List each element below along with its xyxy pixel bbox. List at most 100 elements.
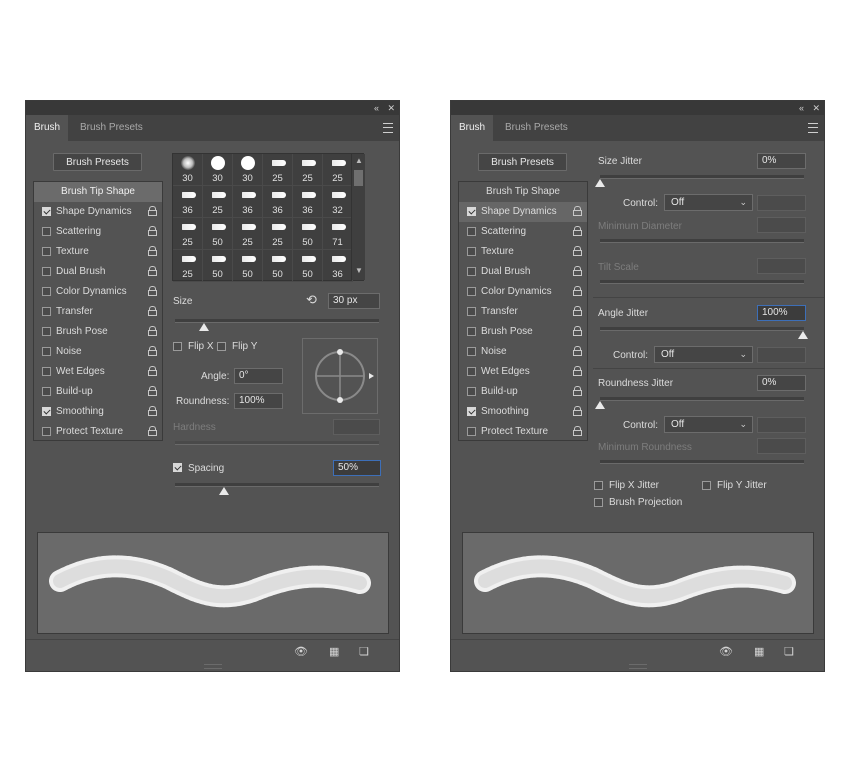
panel-menu-icon[interactable] xyxy=(808,123,818,133)
option-checkbox[interactable] xyxy=(42,347,51,356)
lock-icon[interactable] xyxy=(148,246,157,256)
list-item-color-dynamics[interactable]: Color Dynamics xyxy=(34,282,162,302)
roundness-jitter-slider-thumb[interactable] xyxy=(595,401,605,409)
spacing-checkbox[interactable] xyxy=(173,463,182,472)
size-jitter-slider-track[interactable] xyxy=(600,175,804,179)
list-item-brush-pose[interactable]: Brush Pose xyxy=(34,322,162,342)
tab-brush[interactable]: Brush xyxy=(26,115,69,141)
brush-tip-preset[interactable]: 25 xyxy=(263,218,293,250)
angle-roundness-widget[interactable] xyxy=(302,338,378,414)
option-checkbox[interactable] xyxy=(467,427,476,436)
list-item-transfer[interactable]: Transfer xyxy=(459,302,587,322)
option-checkbox[interactable] xyxy=(467,247,476,256)
lock-icon[interactable] xyxy=(148,426,157,436)
size-jitter-slider-thumb[interactable] xyxy=(595,179,605,187)
tab-brush-presets[interactable]: Brush Presets xyxy=(497,115,576,141)
list-item-noise[interactable]: Noise xyxy=(459,342,587,362)
size-slider-thumb[interactable] xyxy=(198,323,209,331)
tab-brush[interactable]: Brush xyxy=(451,115,494,141)
lock-icon[interactable] xyxy=(148,226,157,236)
list-item-protect-texture[interactable]: Protect Texture xyxy=(459,422,587,442)
collapse-icon[interactable]: « xyxy=(799,102,804,114)
lock-icon[interactable] xyxy=(573,386,582,396)
brush-tip-preset[interactable]: 25 xyxy=(293,154,323,186)
option-checkbox[interactable] xyxy=(42,247,51,256)
list-item-dual-brush[interactable]: Dual Brush xyxy=(34,262,162,282)
size-field[interactable]: 30 px xyxy=(328,293,380,309)
brush-tip-preset[interactable]: 30 xyxy=(173,154,203,186)
angle-jitter-slider-track[interactable] xyxy=(600,327,804,331)
brush-tip-preset[interactable]: 50 xyxy=(293,250,323,282)
list-item-brush-tip-shape[interactable]: Brush Tip Shape xyxy=(459,182,587,202)
list-item-wet-edges[interactable]: Wet Edges xyxy=(34,362,162,382)
angle-jitter-slider-thumb[interactable] xyxy=(798,331,808,339)
list-item-texture[interactable]: Texture xyxy=(34,242,162,262)
brush-tip-preset[interactable]: 71 xyxy=(323,218,353,250)
list-item-transfer[interactable]: Transfer xyxy=(34,302,162,322)
list-item-shape-dynamics[interactable]: Shape Dynamics xyxy=(34,202,162,222)
resize-grip[interactable] xyxy=(204,664,222,669)
list-item-brush-tip-shape[interactable]: Brush Tip Shape xyxy=(34,182,162,202)
brush-tip-grid[interactable]: 30 30 30 25 25 25 36 25 36 36 36 32 25 50 25 25 50 71 25 50… xyxy=(172,153,365,282)
brush-tip-preset[interactable]: 30 xyxy=(203,154,233,186)
angle-control-select[interactable]: Off ⌄ xyxy=(654,346,753,363)
lock-icon[interactable] xyxy=(573,286,582,296)
lock-icon[interactable] xyxy=(148,326,157,336)
option-checkbox[interactable] xyxy=(42,427,51,436)
option-checkbox[interactable] xyxy=(467,287,476,296)
list-item-noise[interactable]: Noise xyxy=(34,342,162,362)
option-checkbox[interactable] xyxy=(467,207,476,216)
brush-tip-preset[interactable]: 50 xyxy=(203,218,233,250)
option-checkbox[interactable] xyxy=(42,307,51,316)
angle-jitter-field[interactable]: 100% xyxy=(757,305,806,321)
option-checkbox[interactable] xyxy=(42,387,51,396)
brush-tip-preset[interactable]: 30 xyxy=(233,154,263,186)
brush-tip-preset[interactable]: 36 xyxy=(323,250,353,282)
option-checkbox[interactable] xyxy=(467,307,476,316)
lock-icon[interactable] xyxy=(148,366,157,376)
flip-y-checkbox[interactable] xyxy=(217,342,226,351)
brush-tip-preset[interactable]: 50 xyxy=(263,250,293,282)
tab-brush-presets[interactable]: Brush Presets xyxy=(72,115,151,141)
lock-icon[interactable] xyxy=(573,206,582,216)
option-checkbox[interactable] xyxy=(467,227,476,236)
flip-x-checkbox[interactable] xyxy=(173,342,182,351)
roundness-control-select[interactable]: Off ⌄ xyxy=(664,416,753,433)
brush-tip-preset[interactable]: 50 xyxy=(233,250,263,282)
list-item-texture[interactable]: Texture xyxy=(459,242,587,262)
option-checkbox[interactable] xyxy=(42,407,51,416)
option-checkbox[interactable] xyxy=(42,367,51,376)
lock-icon[interactable] xyxy=(573,306,582,316)
list-item-build-up[interactable]: Build-up xyxy=(459,382,587,402)
reset-size-icon[interactable]: ⟲ xyxy=(306,292,317,308)
roundness-jitter-slider-track[interactable] xyxy=(600,397,804,401)
close-icon[interactable]: ✕ xyxy=(387,102,395,114)
lock-icon[interactable] xyxy=(573,426,582,436)
option-checkbox[interactable] xyxy=(42,287,51,296)
lock-icon[interactable] xyxy=(148,206,157,216)
option-checkbox[interactable] xyxy=(467,407,476,416)
option-checkbox[interactable] xyxy=(42,267,51,276)
brush-tip-preset[interactable]: 32 xyxy=(323,186,353,218)
brush-tip-preset[interactable]: 25 xyxy=(323,154,353,186)
close-icon[interactable]: ✕ xyxy=(812,102,820,114)
control-select[interactable]: Off ⌄ xyxy=(664,194,753,211)
lock-icon[interactable] xyxy=(148,306,157,316)
option-checkbox[interactable] xyxy=(467,367,476,376)
panel-titlebar[interactable]: « ✕ xyxy=(451,101,824,115)
option-checkbox[interactable] xyxy=(467,267,476,276)
roundness-jitter-field[interactable]: 0% xyxy=(757,375,806,391)
lock-icon[interactable] xyxy=(148,266,157,276)
option-checkbox[interactable] xyxy=(42,327,51,336)
brush-tip-preset[interactable]: 36 xyxy=(233,186,263,218)
panel-titlebar[interactable]: « ✕ xyxy=(26,101,399,115)
brush-tip-preset[interactable]: 25 xyxy=(173,218,203,250)
spacing-slider-track[interactable] xyxy=(175,483,379,487)
option-checkbox[interactable] xyxy=(467,387,476,396)
list-item-scattering[interactable]: Scattering xyxy=(34,222,162,242)
list-item-shape-dynamics[interactable]: Shape Dynamics xyxy=(459,202,587,222)
list-item-smoothing[interactable]: Smoothing xyxy=(34,402,162,422)
brush-tip-preset[interactable]: 50 xyxy=(293,218,323,250)
list-item-color-dynamics[interactable]: Color Dynamics xyxy=(459,282,587,302)
option-checkbox[interactable] xyxy=(42,207,51,216)
